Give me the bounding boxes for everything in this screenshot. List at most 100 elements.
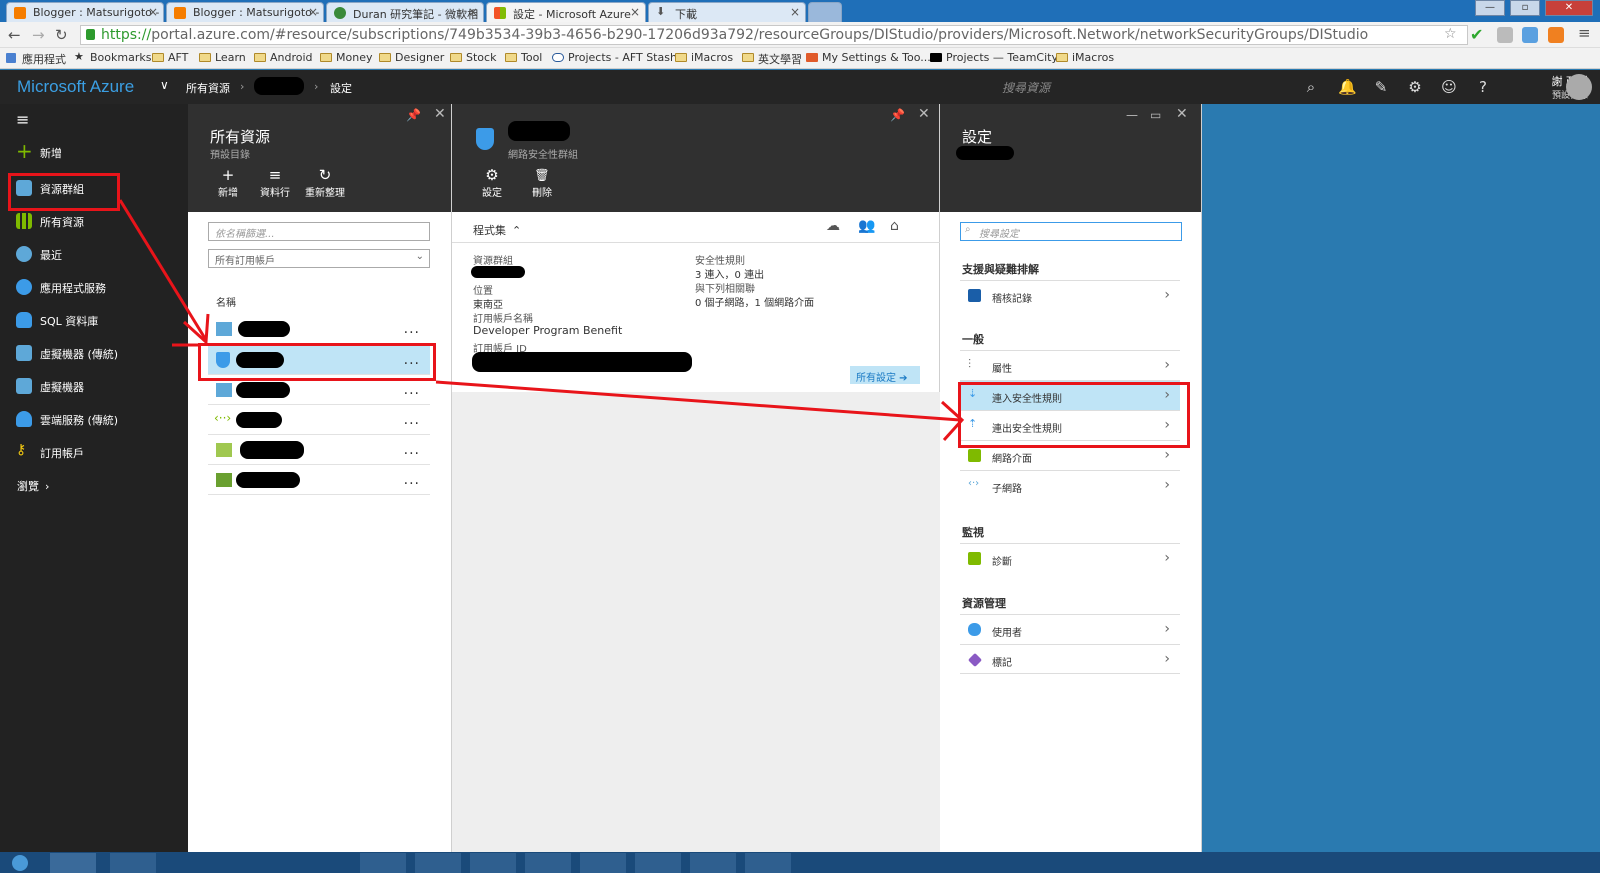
- settings-item-properties[interactable]: ⫶ 屬性 ›: [960, 350, 1180, 380]
- close-icon[interactable]: ×: [148, 5, 158, 19]
- reload-icon[interactable]: ↻: [55, 26, 68, 44]
- bookmark-folder[interactable]: Tool: [505, 51, 542, 64]
- close-icon[interactable]: ×: [468, 5, 478, 19]
- menu-icon[interactable]: ≡: [1578, 24, 1591, 42]
- extension-icon[interactable]: [1548, 27, 1564, 43]
- taskbar-app[interactable]: [525, 853, 571, 873]
- tag-icon[interactable]: ⌂: [890, 218, 899, 234]
- settings-item-users[interactable]: 使用者 ›: [960, 614, 1180, 644]
- settings-button[interactable]: ⚙ 設定: [470, 166, 514, 199]
- start-icon[interactable]: [12, 855, 28, 871]
- taskbar-app[interactable]: [470, 853, 516, 873]
- nav-recent[interactable]: 最近: [0, 238, 188, 270]
- settings-item-subnets[interactable]: ‹·› 子網路 ›: [960, 470, 1180, 500]
- table-row[interactable]: ...: [208, 465, 430, 495]
- taskbar-app[interactable]: [580, 853, 626, 873]
- taskbar-app[interactable]: [360, 853, 406, 873]
- maximize-icon[interactable]: ▭: [1150, 108, 1161, 122]
- subscription-select[interactable]: 所有訂用帳戶 ⌄: [208, 249, 430, 268]
- bookmark-folder[interactable]: Android: [254, 51, 313, 64]
- help-icon[interactable]: ?: [1474, 78, 1492, 96]
- refresh-button[interactable]: ↻ 重新整理: [300, 166, 350, 199]
- bookmark-folder[interactable]: AFT: [152, 51, 188, 64]
- forward-icon[interactable]: →: [32, 26, 45, 44]
- close-icon[interactable]: ✕: [1176, 106, 1188, 122]
- browser-tab-active[interactable]: 設定 - Microsoft Azure ×: [486, 2, 646, 23]
- more-icon[interactable]: ...: [404, 412, 420, 428]
- minimize-button[interactable]: —: [1475, 0, 1505, 16]
- window-close-button[interactable]: ✕: [1545, 0, 1593, 16]
- pin-icon[interactable]: 📌: [890, 108, 905, 122]
- bookmark-folder[interactable]: Learn: [199, 51, 246, 64]
- smiley-icon[interactable]: ☺: [1440, 78, 1458, 96]
- pin-icon[interactable]: 📌: [406, 108, 421, 122]
- close-icon[interactable]: ×: [630, 5, 640, 19]
- table-row[interactable]: ‹··›...: [208, 405, 430, 435]
- bookmark-item[interactable]: Projects — TeamCity: [930, 51, 1058, 64]
- more-icon[interactable]: ...: [404, 472, 420, 488]
- new-tab-button[interactable]: [808, 2, 842, 22]
- nav-vm[interactable]: 虛擬機器: [0, 370, 188, 402]
- table-row[interactable]: ...: [208, 435, 430, 465]
- settings-item-diagnostics[interactable]: 診斷 ›: [960, 543, 1180, 573]
- taskbar-app[interactable]: [690, 853, 736, 873]
- nav-cloud-services[interactable]: 雲端服務 (傳統): [0, 403, 188, 435]
- bookmark-folder[interactable]: iMacros: [1056, 51, 1114, 64]
- close-icon[interactable]: ×: [308, 5, 318, 19]
- redacted-breadcrumb[interactable]: [254, 77, 304, 95]
- nav-new[interactable]: + 新增: [0, 136, 188, 168]
- subscription-link[interactable]: Developer Program Benefit: [473, 324, 622, 337]
- search-icon[interactable]: ⌕: [1302, 78, 1320, 96]
- extension-icon[interactable]: [1497, 27, 1513, 43]
- gear-icon[interactable]: ⚙: [1406, 78, 1424, 96]
- extension-icon[interactable]: [1522, 27, 1538, 43]
- nav-vm-classic[interactable]: 虛擬機器 (傳統): [0, 337, 188, 369]
- more-icon[interactable]: ...: [404, 321, 420, 337]
- taskbar-app[interactable]: [745, 853, 791, 873]
- bell-icon[interactable]: 🔔: [1338, 78, 1357, 96]
- close-icon[interactable]: ✕: [434, 106, 446, 122]
- star-icon[interactable]: ☆: [1444, 26, 1457, 42]
- breadcrumb-item[interactable]: 所有資源: [186, 80, 230, 96]
- browser-tab[interactable]: Blogger : Matsurigoto - ×: [6, 2, 164, 22]
- close-icon[interactable]: ×: [790, 5, 800, 19]
- bookmark-folder[interactable]: 英文學習: [742, 51, 802, 67]
- chevron-down-icon[interactable]: ∨: [160, 78, 169, 92]
- taskbar-app[interactable]: [110, 853, 156, 873]
- bookmark-folder[interactable]: Stock: [450, 51, 496, 64]
- bookmark-folder[interactable]: Money: [320, 51, 372, 64]
- filter-input[interactable]: 依名稱篩選...: [208, 222, 430, 241]
- table-row[interactable]: ...: [208, 314, 430, 344]
- cloud-icon[interactable]: ☁: [826, 218, 840, 234]
- check-extension-icon[interactable]: ✔: [1470, 27, 1486, 43]
- value-security-rules[interactable]: 3 連入，0 連出: [695, 266, 764, 281]
- bookmark-apps[interactable]: 應用程式: [6, 51, 66, 67]
- browser-tab[interactable]: ⬇ 下載 ×: [648, 2, 806, 22]
- redacted-resource-group[interactable]: [471, 266, 525, 278]
- bookmark-folder[interactable]: Designer: [379, 51, 444, 64]
- nav-sql-databases[interactable]: SQL 資料庫: [0, 304, 188, 336]
- nav-app-services[interactable]: 應用程式服務: [0, 271, 188, 303]
- taskbar-app[interactable]: [635, 853, 681, 873]
- resource-search-input[interactable]: 搜尋資源: [992, 70, 1322, 104]
- avatar[interactable]: [1566, 74, 1592, 100]
- bookmark-item[interactable]: Projects - AFT Stash: [552, 51, 677, 64]
- close-icon[interactable]: ✕: [918, 106, 930, 122]
- settings-search-input[interactable]: ⌕ 搜尋設定: [960, 222, 1182, 241]
- maximize-button[interactable]: ▫: [1510, 0, 1540, 16]
- pencil-icon[interactable]: ✎: [1372, 78, 1390, 96]
- columns-button[interactable]: ≡ 資料行: [253, 166, 297, 199]
- bookmark-item[interactable]: My Settings & Too...: [806, 51, 931, 64]
- settings-item-audit-log[interactable]: 稽核記錄 ›: [960, 280, 1180, 310]
- delete-button[interactable]: 🗑 刪除: [520, 166, 564, 199]
- users-icon[interactable]: 👥: [858, 218, 875, 234]
- all-settings-button[interactable]: 所有設定 ➔: [850, 366, 920, 384]
- azure-brand[interactable]: Microsoft Azure: [17, 77, 134, 97]
- nav-browse[interactable]: 瀏覽 ›: [0, 469, 188, 501]
- taskbar-app[interactable]: [50, 853, 96, 873]
- bookmark-item[interactable]: ★ Bookmarks: [74, 50, 151, 64]
- url-input[interactable]: https://portal.azure.com/#resource/subsc…: [80, 25, 1468, 45]
- more-icon[interactable]: ...: [404, 382, 420, 398]
- nav-subscriptions[interactable]: ⚷ 訂用帳戶: [0, 436, 188, 468]
- add-button[interactable]: + 新增: [206, 166, 250, 199]
